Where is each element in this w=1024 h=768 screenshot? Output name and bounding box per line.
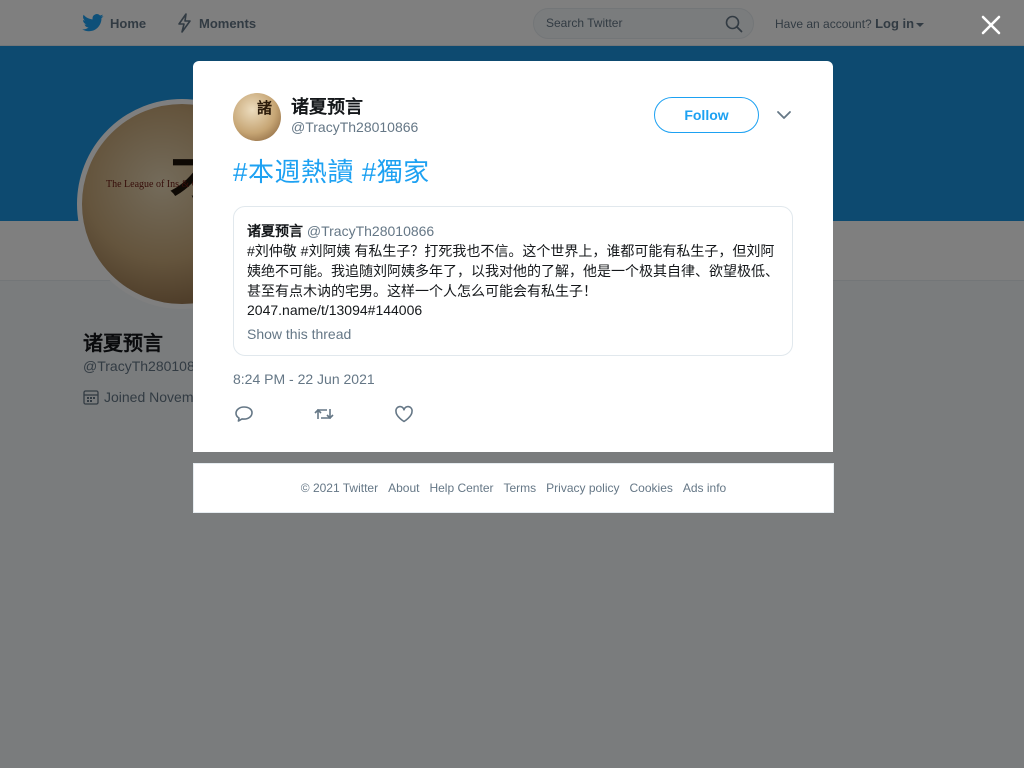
tweet-hashtags: #本週熱讀 #獨家 [233, 152, 430, 189]
heart-icon[interactable] [393, 404, 415, 424]
modal-footer: © 2021 Twitter About Help Center Terms P… [193, 463, 834, 513]
follow-button[interactable]: Follow [654, 97, 759, 133]
tweet-timestamp[interactable]: 8:24 PM - 22 Jun 2021 [233, 371, 375, 387]
quoted-tweet-header: 诸夏预言 @TracyTh28010866 [247, 221, 434, 241]
reply-icon[interactable] [233, 404, 255, 424]
footer-link-terms[interactable]: Terms [503, 481, 536, 495]
hashtag-link[interactable]: #獨家 [362, 157, 430, 187]
footer-link-ads-info[interactable]: Ads info [683, 481, 726, 495]
quoted-tweet-text: #刘仲敬 #刘阿姨 有私生子？打死我也不信。这个世界上，谁都可能有私生子，但刘阿… [247, 243, 779, 299]
author-avatar-glyph: 諸 [257, 99, 273, 117]
footer-link-privacy[interactable]: Privacy policy [546, 481, 619, 495]
author-name[interactable]: 诸夏预言 [291, 93, 363, 119]
tweet-modal: 諸 诸夏预言 @TracyTh28010866 Follow #本週熱讀 #獨家… [193, 61, 833, 452]
close-icon[interactable] [978, 12, 1004, 38]
footer-link-help-center[interactable]: Help Center [429, 481, 493, 495]
chevron-down-icon[interactable] [776, 109, 792, 121]
quoted-tweet[interactable]: 诸夏预言 @TracyTh28010866 #刘仲敬 #刘阿姨 有私生子？打死我… [233, 206, 793, 356]
footer-copyright: © 2021 Twitter [300, 481, 379, 495]
footer-link-cookies[interactable]: Cookies [630, 481, 673, 495]
footer-link-about[interactable]: About [388, 481, 419, 495]
hashtag-link[interactable]: #本週熱讀 [233, 157, 354, 187]
author-avatar[interactable]: 諸 [233, 93, 281, 141]
quoted-author-name: 诸夏预言 [247, 223, 303, 239]
author-handle[interactable]: @TracyTh28010866 [291, 119, 418, 135]
retweet-icon[interactable] [313, 404, 335, 424]
quoted-author-handle: @TracyTh28010866 [306, 223, 435, 239]
quoted-tweet-link[interactable]: 2047.name/t/13094#144006 [247, 302, 422, 318]
show-thread-link[interactable]: Show this thread [247, 326, 351, 342]
